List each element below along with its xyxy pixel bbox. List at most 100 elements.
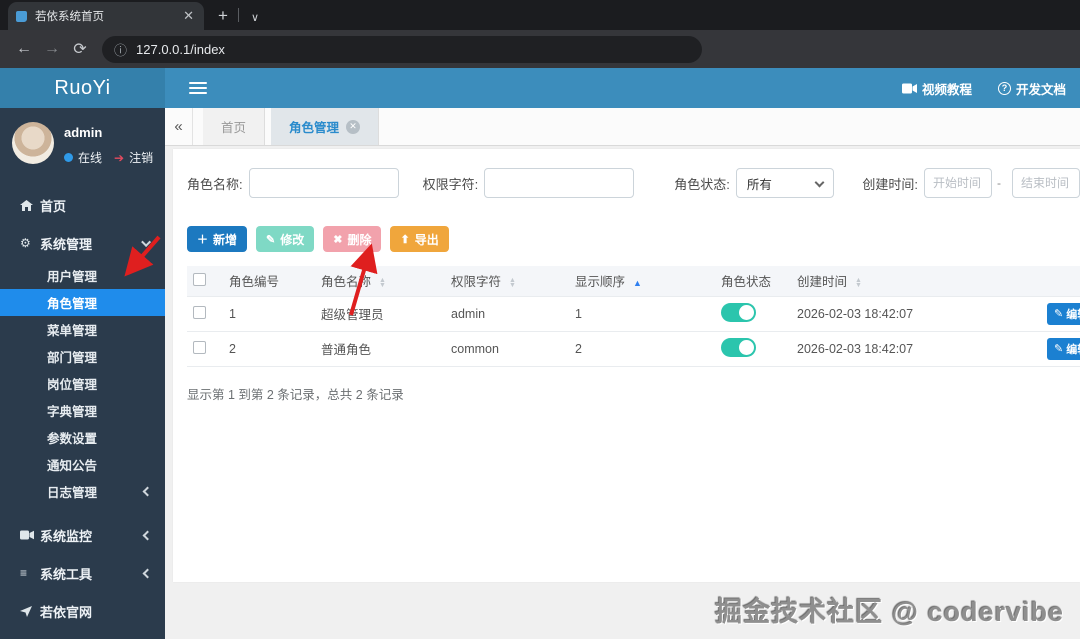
status-toggle[interactable]	[721, 302, 756, 322]
sidebar-item-system-monitor[interactable]: 系统监控	[0, 516, 165, 554]
delete-button[interactable]: ✖ 删除	[323, 226, 382, 252]
tabs-scroll-left-icon[interactable]: «	[165, 108, 193, 145]
tabstrip-divider	[237, 8, 239, 22]
sidebar-item-menu-mgmt[interactable]: 菜单管理	[0, 316, 165, 343]
sort-icon: ▲ ▼	[855, 276, 862, 289]
back-icon[interactable]: ←	[10, 40, 38, 58]
avatar[interactable]	[12, 122, 54, 164]
edit-icon: ✎	[1054, 343, 1064, 355]
col-display-order[interactable]: 显示顺序 ▲	[569, 266, 715, 296]
tab-close-icon[interactable]: ✕	[181, 8, 196, 24]
address-bar[interactable]: ⓘ 127.0.0.1/index	[102, 35, 702, 63]
sidebar-item-dict-mgmt[interactable]: 字典管理	[0, 397, 165, 424]
site-info-icon[interactable]: ⓘ	[114, 40, 127, 59]
tab-role-mgmt[interactable]: 角色管理 ✕	[271, 108, 380, 145]
dev-docs-link[interactable]: ? 开发文档	[997, 79, 1066, 98]
url-text: 127.0.0.1/index	[136, 41, 225, 57]
question-icon: ?	[997, 81, 1011, 95]
col-role-name[interactable]: 角色名称 ▲ ▼	[315, 266, 445, 296]
sidebar-item-param-settings[interactable]: 参数设置	[0, 424, 165, 451]
sidebar-item-system-mgmt[interactable]: ⚙ 系统管理	[0, 224, 165, 262]
role-table: 角色编号 角色名称 ▲ ▼ 权限字符 ▲ ▼ 显示顺序 ▲ 角色状态 创建时间 ▲ ▼ 1	[187, 266, 1080, 367]
reload-icon[interactable]: ⟳	[66, 39, 94, 59]
table-toolbar: ＋新增 ✎ 修改 ✖ 删除 ⬆ 导出	[187, 226, 1080, 252]
new-tab-button[interactable]: +	[218, 6, 228, 26]
sidebar-item-post-mgmt[interactable]: 岗位管理	[0, 370, 165, 397]
user-panel: admin 在线 ➔ 注销	[0, 108, 165, 176]
role-panel: 角色名称: 权限字符: 角色状态: 所有 创建时间: - ＋新	[173, 149, 1080, 582]
app-logo[interactable]: RuoYi	[0, 68, 165, 108]
plus-icon: ＋	[197, 234, 208, 246]
add-button[interactable]: ＋新增	[187, 226, 248, 252]
sidebar-item-official-site[interactable]: 若依官网	[0, 592, 165, 630]
gear-icon: ⚙	[20, 236, 31, 250]
browser-tab[interactable]: 若依系统首页 ✕	[8, 2, 204, 30]
online-status-icon	[64, 153, 73, 162]
role-name-label: 角色名称:	[187, 176, 243, 192]
content-area: « 首页 角色管理 ✕ 角色名称: 权限字符: 角色状态: 所有 创建时间: 开…	[165, 108, 1080, 639]
row-checkbox[interactable]	[193, 305, 206, 319]
sidebar-toggle-icon[interactable]	[189, 82, 207, 94]
sidebar-item-system-tools[interactable]: ≡ 系统工具	[0, 554, 165, 592]
export-button[interactable]: ⬆ 导出	[390, 226, 449, 252]
sidebar-item-user-mgmt[interactable]: 用户管理	[0, 262, 165, 289]
user-name: admin	[64, 125, 103, 140]
col-role-id: 角色编号	[223, 266, 315, 296]
chevron-left-icon	[142, 486, 153, 497]
sidebar-item-home[interactable]: 首页	[0, 186, 165, 224]
col-role-status: 角色状态	[715, 266, 791, 296]
video-icon	[901, 83, 917, 93]
logout-link[interactable]: 注销	[129, 149, 153, 166]
edit-icon: ✎	[1054, 308, 1064, 320]
tab-close-icon[interactable]: ✕	[346, 119, 361, 134]
row-edit-button[interactable]: ✎编辑	[1047, 302, 1080, 325]
sort-icon: ▲ ▼	[379, 276, 386, 289]
sidebar-item-role-mgmt[interactable]: 角色管理	[0, 289, 165, 316]
sidebar-menu: 首页 ⚙ 系统管理 用户管理 角色管理 菜单管理 部门管理 岗位管理 字典管理 …	[0, 186, 165, 639]
tab-home[interactable]: 首页	[203, 108, 266, 145]
video-tutorial-link[interactable]: 视频教程	[901, 79, 972, 98]
status-toggle[interactable]	[721, 337, 756, 357]
home-icon	[20, 199, 40, 211]
date-separator: -	[997, 176, 1001, 190]
status-select[interactable]: 所有	[735, 168, 835, 198]
paper-plane-icon	[20, 605, 40, 617]
top-navbar: 视频教程 ? 开发文档	[165, 68, 1080, 108]
col-perm-key[interactable]: 权限字符 ▲ ▼	[445, 266, 569, 296]
search-form: 角色名称: 权限字符: 角色状态: 所有 创建时间: -	[187, 168, 1080, 198]
table-row[interactable]: 2 普通角色 common 2 2026-02-03 18:42:07 ✎编辑	[187, 330, 1080, 367]
role-name-input[interactable]	[248, 168, 399, 198]
online-status-label: 在线	[78, 151, 103, 165]
favicon-icon	[16, 10, 27, 22]
record-summary: 显示第 1 到第 2 条记录，总共 2 条记录	[187, 387, 404, 402]
chevron-down-icon	[141, 236, 152, 247]
browser-toolbar: ← → ⟳ ⓘ 127.0.0.1/index	[0, 30, 1080, 68]
start-time-input[interactable]	[924, 168, 992, 198]
select-all-checkbox[interactable]	[193, 272, 206, 286]
edit-icon: ✎	[266, 233, 276, 246]
sidebar-item-notice[interactable]: 通知公告	[0, 451, 165, 478]
sidebar: admin 在线 ➔ 注销 首页 ⚙ 系统管理 用户管理 角色管理 菜单管理 部…	[0, 108, 165, 639]
row-edit-button[interactable]: ✎编辑	[1047, 337, 1080, 360]
end-time-input[interactable]	[1012, 168, 1080, 198]
row-checkbox[interactable]	[193, 340, 206, 354]
table-header-row: 角色编号 角色名称 ▲ ▼ 权限字符 ▲ ▼ 显示顺序 ▲ 角色状态 创建时间 ▲ ▼	[187, 266, 1080, 296]
screen: 若依系统首页 ✕ + ∨ ← → ⟳ ⓘ 127.0.0.1/index Ruo…	[0, 0, 1080, 639]
col-created-time[interactable]: 创建时间 ▲ ▼	[791, 266, 1041, 296]
edit-button[interactable]: ✎ 修改	[256, 226, 315, 252]
sort-icon: ▲ ▼	[509, 276, 516, 289]
chevron-left-icon	[142, 568, 153, 578]
chevron-down-icon	[814, 177, 825, 188]
sort-asc-icon: ▲	[633, 278, 642, 289]
tab-search-icon[interactable]: ∨	[251, 11, 259, 24]
watermark-text: 掘金技术社区 @ codervibe	[715, 597, 1064, 627]
x-icon: ✖	[333, 233, 343, 246]
logout-icon: ➔	[114, 150, 125, 165]
forward-icon[interactable]: →	[38, 40, 66, 58]
list-icon: ≡	[20, 566, 28, 580]
sidebar-item-demo[interactable]: 实例演示	[0, 630, 165, 639]
table-row[interactable]: 1 超级管理员 admin 1 2026-02-03 18:42:07 ✎编辑	[187, 295, 1080, 331]
perm-input[interactable]	[484, 168, 635, 198]
sidebar-item-dept-mgmt[interactable]: 部门管理	[0, 343, 165, 370]
sidebar-item-log-mgmt[interactable]: 日志管理	[0, 478, 165, 505]
